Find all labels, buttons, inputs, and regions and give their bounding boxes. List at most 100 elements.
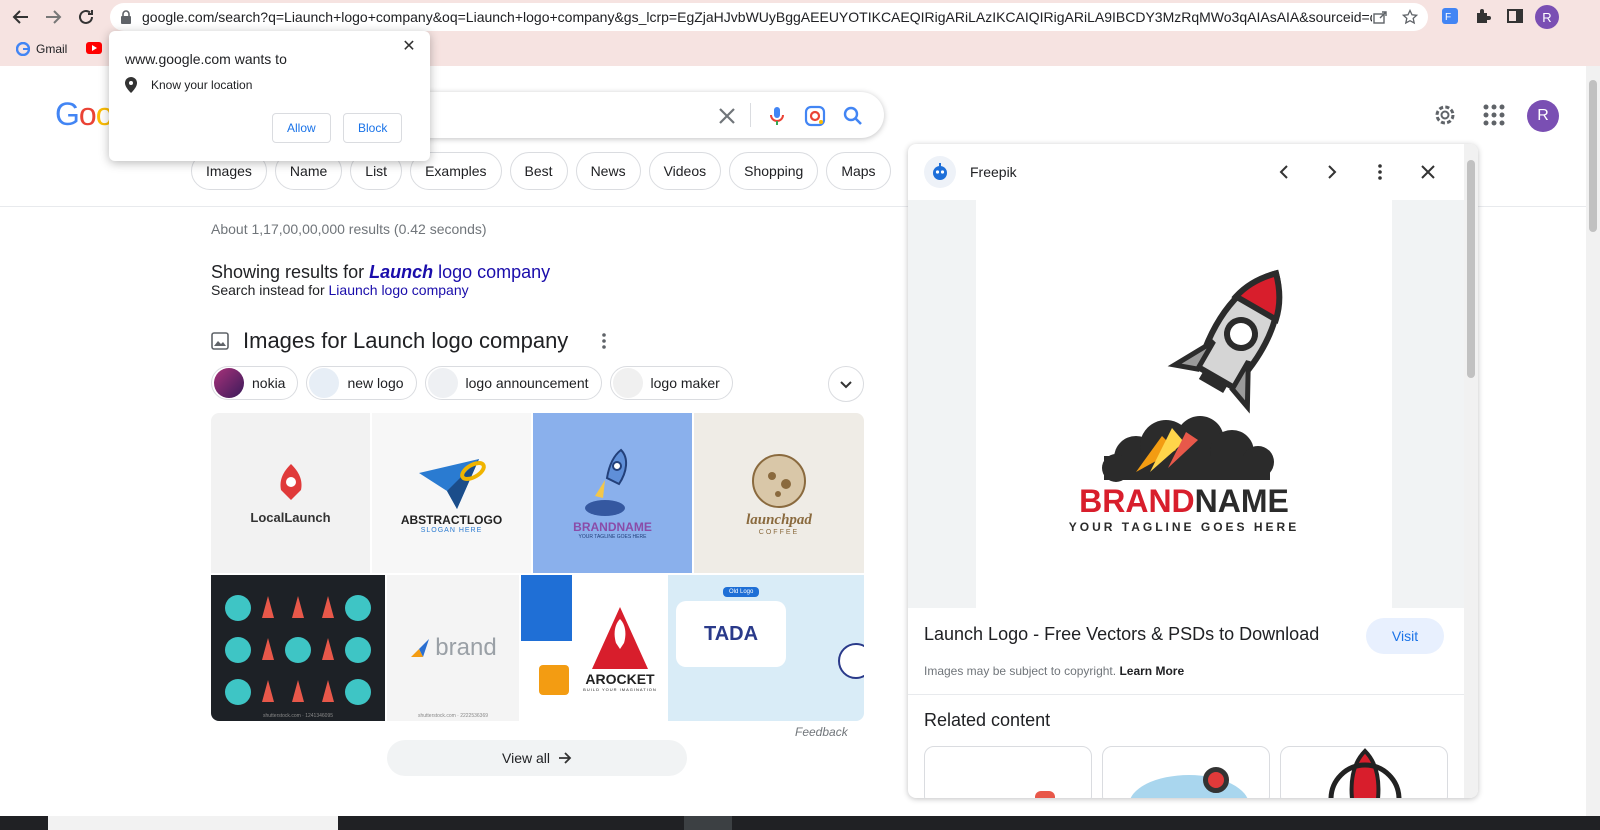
image-result-tada[interactable]: Old Logo TADA [668, 575, 864, 721]
close-panel-button[interactable] [1416, 160, 1440, 184]
images-section-title: Images for Launch logo company [243, 328, 569, 353]
chevron-left-icon [1279, 165, 1288, 179]
view-all-label: View all [502, 750, 550, 766]
allow-button[interactable]: Allow [272, 113, 331, 143]
close-icon [1421, 165, 1435, 179]
arrow-right-icon [559, 752, 572, 764]
settings-gear-icon[interactable] [1432, 102, 1458, 128]
panel-scrollbar[interactable] [1464, 144, 1478, 798]
next-image-button[interactable] [1320, 160, 1344, 184]
view-all-button[interactable]: View all [387, 740, 687, 776]
tile-badge: Old Logo [723, 587, 760, 597]
related-card[interactable] [924, 746, 1092, 798]
side-panel-icon[interactable] [1505, 6, 1525, 26]
preview-image-area[interactable]: BRANDNAME YOUR TAGLINE GOES HERE [908, 200, 1464, 608]
block-button[interactable]: Block [343, 113, 403, 143]
red-pin-rocket-graphic [279, 463, 302, 500]
tile-text: BRANDNAME [573, 520, 652, 534]
extensions-puzzle-icon[interactable] [1473, 6, 1493, 26]
more-options-icon[interactable] [602, 333, 607, 349]
bookmark-star-icon[interactable] [1402, 9, 1418, 25]
image-result-abstractlogo[interactable]: ABSTRACTLOGO SLOGAN HERE [372, 413, 531, 573]
google-apps-icon[interactable] [1481, 102, 1507, 128]
image-result-brand-tagline[interactable]: brand shutterstock.com · 2222536369 [387, 575, 519, 721]
tab-best[interactable]: Best [509, 152, 568, 190]
search-input[interactable] [400, 92, 884, 138]
corrected-rest: logo company [433, 262, 551, 282]
search-icon[interactable] [842, 105, 864, 127]
image-result-rocket-set[interactable]: shutterstock.com · 1241346095 [211, 575, 385, 721]
result-stats: About 1,17,00,00,000 results (0.42 secon… [211, 221, 487, 237]
bookmark-label: Gmail [36, 42, 68, 56]
taskbar-app[interactable] [684, 816, 732, 830]
refine-chip-nokia[interactable]: nokia [211, 366, 299, 400]
original-query-link[interactable]: Liaunch logo company [329, 282, 469, 298]
location-pin-icon [125, 77, 137, 93]
chevron-right-icon [1328, 165, 1337, 179]
chip-thumbnail [309, 368, 340, 398]
arrow-logo-graphic [411, 639, 430, 657]
image-icon [211, 332, 229, 350]
url-text[interactable]: google.com/search?q=Liaunch+logo+company… [142, 9, 1372, 25]
back-button[interactable] [8, 4, 34, 30]
lens-search-icon[interactable] [804, 105, 826, 127]
tab-shopping[interactable]: Shopping [729, 152, 819, 190]
browser-profile-avatar[interactable]: R [1535, 5, 1559, 29]
account-avatar[interactable]: R [1527, 100, 1559, 132]
clear-search-icon[interactable] [716, 105, 738, 127]
preview-brand-part2: NAME [1195, 483, 1289, 519]
feedback-link[interactable]: Feedback [795, 725, 848, 739]
image-result-arocket[interactable]: AROCKET BUILD YOUR IMAGINATION [574, 575, 666, 721]
circle-graphic [838, 643, 864, 679]
tile-subtext: BUILD YOUR IMAGINATION [583, 686, 657, 692]
google-logo[interactable]: Goo [55, 96, 113, 133]
chip-thumbnail [214, 368, 244, 398]
freepik-logo-icon [924, 156, 956, 188]
tab-news[interactable]: News [575, 152, 641, 190]
reload-button[interactable] [73, 4, 99, 30]
image-result-launchpad-coffee[interactable]: launchpad COFFEE [694, 413, 864, 573]
address-bar[interactable]: google.com/search?q=Liaunch+logo+company… [110, 3, 1428, 31]
page-scrollbar[interactable] [1586, 66, 1600, 816]
extension-translate-icon[interactable]: F [1440, 6, 1460, 26]
refine-chip-logo-maker[interactable]: logo maker [609, 366, 733, 400]
bookmark-gmail[interactable]: Gmail [16, 42, 67, 56]
taskbar-window[interactable] [48, 816, 338, 830]
tab-maps[interactable]: Maps [826, 152, 891, 190]
panel-more-button[interactable] [1368, 160, 1392, 184]
related-thumb-graphic [1328, 748, 1402, 798]
tab-videos[interactable]: Videos [648, 152, 722, 190]
brand-logo-row: brand [409, 634, 497, 662]
chip-thumbnail [427, 368, 458, 398]
rocket-icons-collage [225, 595, 371, 705]
related-card[interactable] [1102, 746, 1270, 798]
panel-source[interactable]: Freepik [924, 156, 1017, 188]
refine-chip-logo-announcement[interactable]: logo announcement [424, 366, 602, 400]
chip-label: nokia [252, 375, 286, 391]
previous-image-button[interactable] [1272, 160, 1296, 184]
tile-subtext: COFFEE [758, 529, 800, 536]
forward-button[interactable] [40, 4, 66, 30]
back-arrow-icon [12, 10, 28, 24]
related-content-title: Related content [924, 710, 1051, 730]
panel-image-title[interactable]: Launch Logo - Free Vectors & PSDs to Dow… [924, 624, 1319, 645]
share-icon[interactable] [1372, 9, 1388, 25]
refine-chip-new-logo[interactable]: new logo [306, 366, 417, 400]
corrected-query-link[interactable]: Launch logo company [369, 262, 550, 282]
panel-scroll-thumb[interactable] [1467, 160, 1475, 378]
permission-row: Know your location [125, 77, 252, 93]
expand-chips-button[interactable] [828, 366, 864, 402]
related-thumb-graphic [1035, 791, 1055, 798]
image-result-brandname-blue[interactable]: BRANDNAME YOUR TAGLINE GOES HERE [533, 413, 692, 573]
tile-caption: shutterstock.com · 1241346095 [262, 713, 334, 719]
visit-button[interactable]: Visit [1366, 618, 1444, 654]
image-result-blue-letter[interactable] [521, 575, 572, 721]
popup-close-icon[interactable]: ✕ [401, 39, 417, 55]
page-scroll-thumb[interactable] [1589, 80, 1597, 232]
image-result-locallaunch[interactable]: LocalLaunch [211, 413, 370, 573]
related-card[interactable] [1280, 746, 1448, 798]
voice-search-icon[interactable] [766, 105, 788, 127]
bookmark-youtube[interactable] [86, 42, 102, 54]
learn-more-link[interactable]: Learn More [1119, 664, 1184, 678]
tile-text: ABSTRACTLOGO [400, 512, 503, 527]
